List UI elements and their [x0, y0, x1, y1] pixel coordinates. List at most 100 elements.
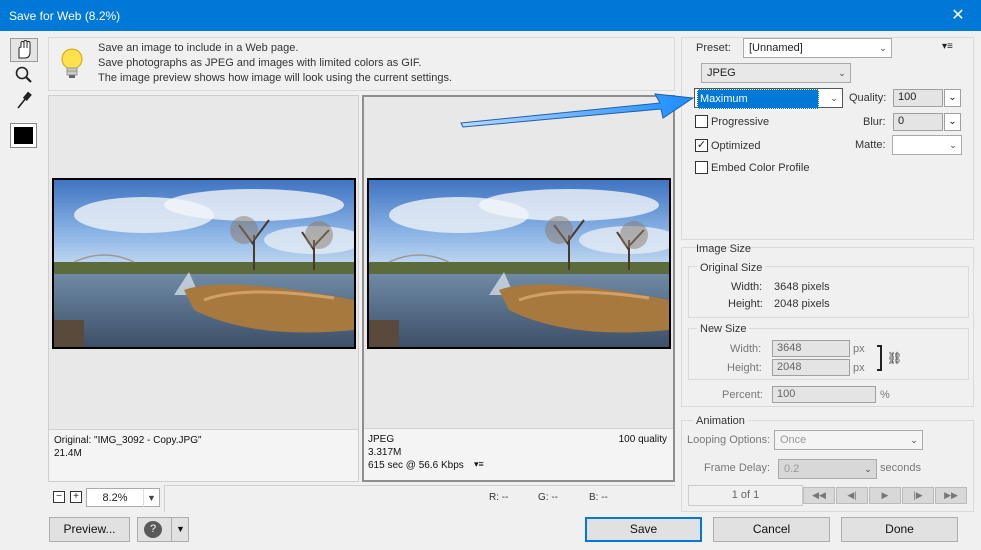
optimize-menu-icon[interactable]: ▾≡	[942, 41, 953, 52]
orig-height-value: 2048 pixels	[774, 298, 830, 310]
link-icon[interactable]: ⛓	[887, 351, 902, 365]
new-width-label: Width:	[730, 343, 762, 355]
done-button[interactable]: Done	[841, 517, 958, 542]
optimized-preview-pane[interactable]: JPEG 100 quality 3.317M 615 sec @ 56.6 K…	[362, 95, 675, 482]
embed-color-profile-label: Embed Color Profile	[711, 162, 810, 174]
chevron-down-icon: ⌄	[838, 68, 846, 78]
new-width-input[interactable]: 3648	[772, 340, 850, 357]
eyedropper-color-swatch[interactable]	[10, 123, 37, 148]
frame-delay-unit: seconds	[880, 462, 921, 474]
help-globe-icon: ?	[144, 521, 162, 538]
title-bar: Save for Web (8.2%) ✕	[0, 0, 981, 31]
orig-width-value: 3648 pixels	[774, 281, 830, 293]
original-preview-pane[interactable]: Original: "IMG_3092 - Copy.JPG" 21.4M	[48, 95, 359, 482]
browser-preview-button[interactable]: ? ▼	[137, 517, 189, 542]
chevron-down-icon: ▼	[171, 518, 189, 541]
optimized-label: Optimized	[711, 140, 761, 152]
zoom-tool-button[interactable]	[10, 63, 38, 87]
checkmark-icon: ✓	[696, 139, 707, 151]
format-select[interactable]: JPEG ⌄	[701, 63, 851, 83]
blur-input[interactable]: 0	[893, 113, 943, 131]
new-size-title: New Size	[697, 323, 750, 335]
first-frame-icon[interactable]: ◀◀	[803, 487, 835, 504]
original-filename: Original: "IMG_3092 - Copy.JPG"	[54, 435, 202, 446]
optimized-photo	[367, 178, 671, 349]
annotation-arrow-icon	[460, 93, 695, 128]
zoom-level-select[interactable]: 8.2% ▼	[86, 488, 160, 507]
download-menu-icon[interactable]: ▾≡	[474, 459, 484, 470]
eyedropper-icon	[17, 91, 32, 109]
matte-select[interactable]: ⌄	[892, 135, 962, 155]
play-icon[interactable]: ▶	[869, 487, 901, 504]
readout-b: B: --	[589, 492, 608, 503]
preset-value: [Unnamed]	[749, 42, 803, 54]
chevron-down-icon: ▼	[143, 489, 159, 507]
looping-select[interactable]: Once ⌄	[774, 430, 923, 450]
percent-input[interactable]: 100	[772, 386, 876, 403]
info-line-1: Save an image to include in a Web page.	[98, 42, 299, 54]
zoom-in-button[interactable]: +	[70, 491, 82, 503]
readout-r: R: --	[489, 492, 509, 503]
optimized-checkbox[interactable]: ✓	[695, 139, 708, 152]
format-value: JPEG	[707, 67, 736, 79]
info-line-2: Save photographs as JPEG and images with…	[98, 57, 422, 69]
hand-tool-button[interactable]	[10, 38, 38, 62]
frame-delay-value: 0.2	[784, 463, 800, 475]
width-unit: px	[853, 343, 865, 355]
blur-chevron-icon[interactable]: ⌄	[944, 113, 961, 131]
close-icon[interactable]: ✕	[935, 0, 981, 31]
chevron-down-icon: ⌄	[910, 435, 918, 445]
last-frame-icon[interactable]: ▶▶	[935, 487, 967, 504]
chevron-down-icon: ⌄	[864, 464, 872, 474]
new-height-input[interactable]: 2048	[772, 359, 850, 376]
optimized-quality: 100 quality	[618, 434, 667, 445]
preset-label: Preset:	[696, 42, 731, 54]
preview-button[interactable]: Preview...	[49, 517, 130, 542]
zoom-level-value: 8.2%	[102, 492, 128, 504]
original-size-title: Original Size	[697, 262, 766, 274]
orig-height-label: Height:	[728, 298, 763, 310]
animation-title: Animation	[693, 415, 748, 427]
quality-input[interactable]: 100	[893, 89, 943, 107]
next-frame-icon[interactable]: |▶	[902, 487, 934, 504]
matte-label: Matte:	[855, 139, 886, 151]
image-size-title: Image Size	[696, 243, 752, 255]
progressive-label: Progressive	[711, 116, 770, 128]
quality-label: Quality:	[849, 92, 887, 104]
save-button[interactable]: Save	[585, 517, 702, 542]
frame-delay-select[interactable]: 0.2 ⌄	[778, 459, 877, 479]
constrain-bracket	[877, 345, 882, 371]
progressive-checkbox[interactable]	[695, 115, 708, 128]
quality-chevron-icon[interactable]: ⌄	[944, 89, 961, 107]
hand-icon	[18, 39, 31, 59]
optimized-caption: JPEG 100 quality 3.317M 615 sec @ 56.6 K…	[364, 428, 673, 480]
percent-label: Percent:	[722, 389, 763, 401]
optimized-filesize: 3.317M	[368, 447, 402, 458]
compression-value: Maximum	[697, 89, 819, 109]
info-line-3: The image preview shows how image will l…	[98, 72, 452, 84]
readout-g: G: --	[538, 492, 558, 503]
swatch-fill	[14, 127, 33, 144]
eyedropper-tool-button[interactable]	[10, 88, 38, 112]
chevron-down-icon: ⌄	[949, 140, 957, 150]
cancel-button[interactable]: Cancel	[713, 517, 830, 542]
preset-select[interactable]: [Unnamed] ⌄	[743, 38, 892, 58]
looping-value: Once	[780, 434, 807, 446]
new-height-label: Height:	[727, 362, 762, 374]
frame-counter: 1 of 1	[688, 485, 803, 506]
height-unit: px	[853, 362, 865, 374]
zoom-out-button[interactable]: −	[53, 491, 65, 503]
frame-delay-label: Frame Delay:	[704, 462, 771, 474]
original-filesize: 21.4M	[54, 448, 82, 459]
original-photo	[52, 178, 356, 349]
chevron-down-icon: ⌄	[830, 93, 838, 103]
zoom-icon	[15, 66, 32, 83]
optimized-format: JPEG	[368, 434, 395, 445]
orig-width-label: Width:	[731, 281, 763, 293]
compression-quality-select[interactable]: Maximum ⌄	[694, 88, 843, 109]
previous-frame-icon[interactable]: ◀|	[836, 487, 868, 504]
looping-label: Looping Options:	[687, 434, 771, 446]
original-caption: Original: "IMG_3092 - Copy.JPG" 21.4M	[49, 429, 358, 481]
embed-color-profile-checkbox[interactable]	[695, 161, 708, 174]
chevron-down-icon: ⌄	[879, 43, 887, 53]
